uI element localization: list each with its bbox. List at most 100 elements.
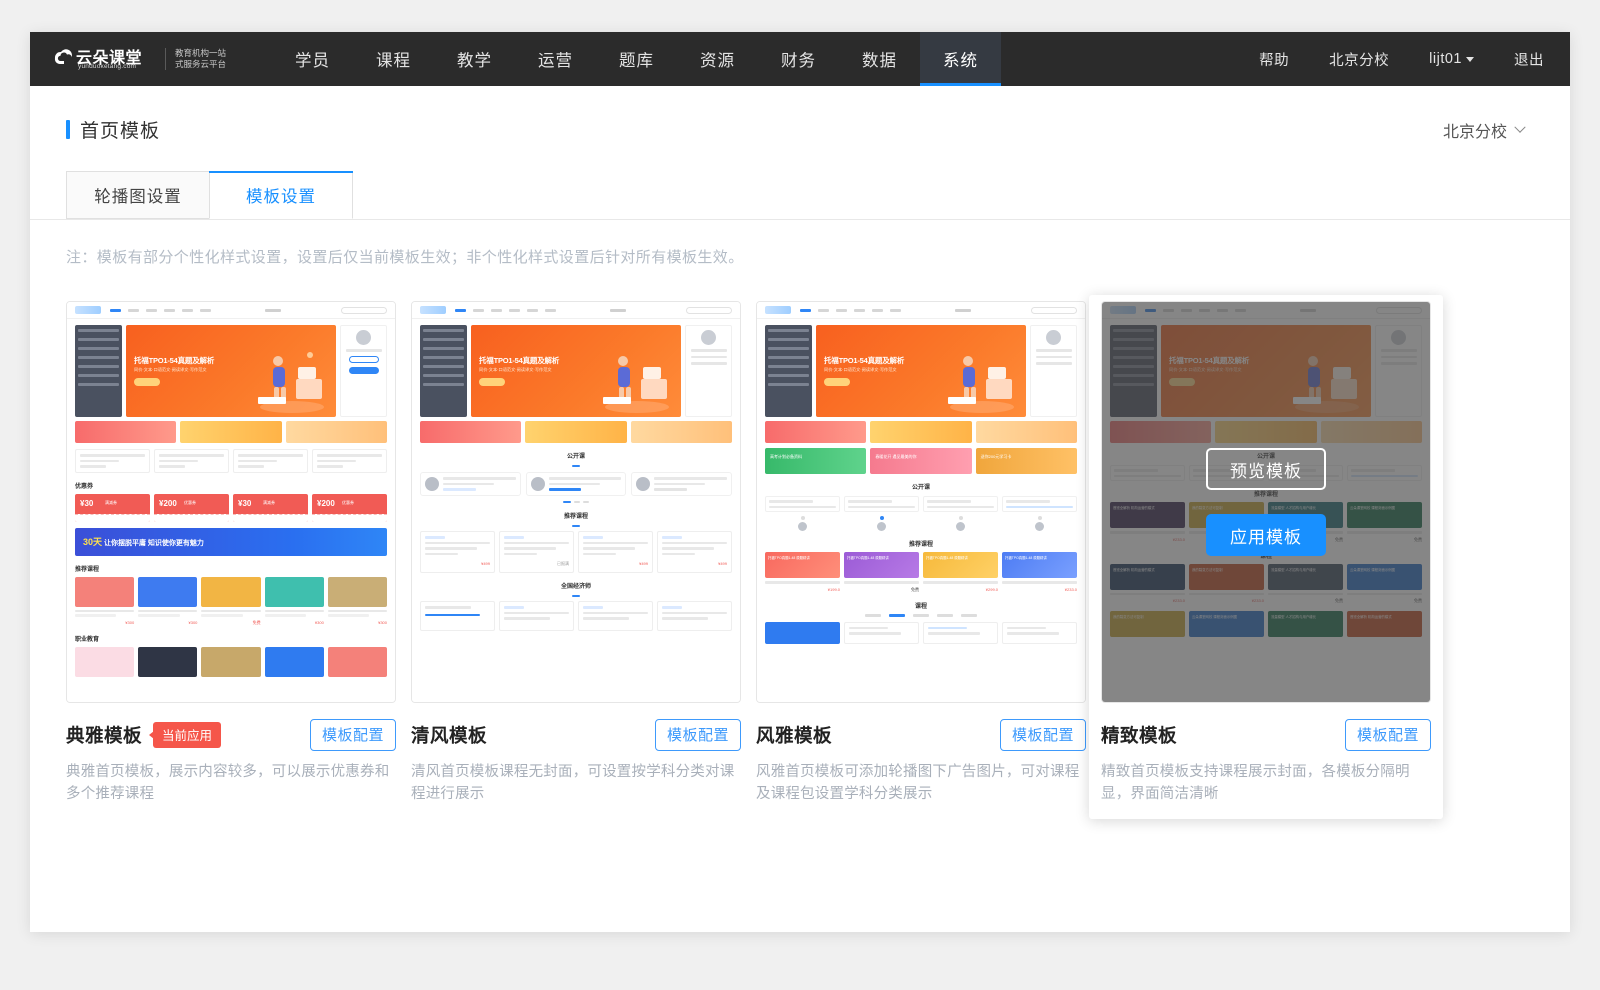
mini-site-preview: 托福TPO1-54真题及解析 同价·文本·口语范文·阅读译文·写作范文 [412,302,740,702]
mini-section-recommended: 推荐课程 [420,511,732,520]
course-status: 已报满 [504,561,569,567]
preview-template-button[interactable]: 预览模板 [1206,448,1326,490]
mini-course-list [75,449,387,473]
page-title: 首页模板 [66,116,160,143]
mini-topnav [67,302,395,319]
nav-item-xitong[interactable]: 系统 [920,32,1001,86]
screen-root: 云朵课堂 yunduoketang.com 教育机构一站 式服务云平台 学员 课… [0,0,1600,990]
mini-hero-row: 托福TPO1-54真题及解析 同价·文本·口语范文·阅读译文·写作范文 [420,325,732,417]
template-card-jingzhi[interactable]: 托福TPO1-54真题及解析 同价·文本·口语范文·阅读译文·写作范文 [1089,295,1443,819]
mini-carousel-dots [420,465,732,467]
branch-link[interactable]: 北京分校 [1329,49,1389,70]
mini-user-panel [685,325,732,417]
brand-logo[interactable]: 云朵课堂 yunduoketang.com 教育机构一站 式服务云平台 [30,32,250,86]
nav-item-caiwu[interactable]: 财务 [758,32,839,86]
template-config-button[interactable]: 模板配置 [655,719,741,751]
user-menu[interactable]: lijt01 [1429,51,1474,67]
mini-hero-banner: 托福TPO1-54真题及解析 同价·文本·口语范文·阅读译文·写作范文 [816,325,1026,417]
nav-item-tiku[interactable]: 题库 [596,32,677,86]
template-config-button[interactable]: 模板配置 [1000,719,1086,751]
tab-template-settings[interactable]: 模板设置 [209,171,353,219]
mini-ad-row-top [765,421,1077,443]
template-thumbnail-fengya[interactable]: 托福TPO1-54真题及解析 同价·文本·口语范文·阅读译文·写作范文 [756,301,1086,703]
mini-category-sidebar [420,325,467,417]
template-meta-dianya: 典雅模板 当前应用 模板配置 [66,720,396,750]
template-card-dianya[interactable]: 托福TPO1-54真题及解析 同价·文本·口语范文·阅读译文·写作范文 [66,301,396,819]
mini-nav [455,309,556,312]
mini-carousel-dots [420,595,732,597]
mini-recommended-grid: 托福TPO真题1-48 原题精讲¥199.0 托福TPO真题1-48 原题精讲免… [765,552,1077,593]
logo-divider [165,48,166,70]
template-thumbnail-qingfeng[interactable]: 托福TPO1-54真题及解析 同价·文本·口语范文·阅读译文·写作范文 [411,301,741,703]
mini-ad-row [420,421,732,443]
mini-hero-banner: 托福TPO1-54真题及解析 同价·文本·口语范文·阅读译文·写作范文 [126,325,336,417]
nav-item-xueyuan[interactable]: 学员 [272,32,353,86]
nav-item-kecheng[interactable]: 课程 [353,32,434,86]
branch-selector[interactable]: 北京分校 [1443,118,1534,142]
course-price: ¥233.0 [1002,587,1077,592]
mini-hero-title: 托福TPO1-54真题及解析 [134,355,214,366]
mini-section-courses: 课程 [765,601,1077,610]
mini-logo [75,306,101,314]
mini-hero-banner: 托福TPO1-54真题及解析 同价·文本·口语范文·阅读译文·写作范文 [471,325,681,417]
avatar [1046,330,1061,345]
template-thumbnail-jingzhi[interactable]: 托福TPO1-54真题及解析 同价·文本·口语范文·阅读译文·写作范文 [1101,301,1431,703]
nav-item-ziyuan[interactable]: 资源 [677,32,758,86]
nav-item-shuju[interactable]: 数据 [839,32,920,86]
logo-tagline: 教育机构一站 式服务云平台 [175,48,226,70]
mini-category-sidebar [765,325,812,417]
mini-hero-subtitle: 同价·文本·口语范文·阅读译文·写作范文 [824,367,897,373]
illustration-icon [942,345,1020,415]
mini-logo [420,306,446,314]
nav-item-yunying[interactable]: 运营 [515,32,596,86]
mini-economist-row [420,601,732,631]
ad-text: 高考计划必备资料 [765,448,866,460]
template-meta-jingzhi: 精致模板 模板配置 [1101,720,1431,750]
template-card-qingfeng[interactable]: 托福TPO1-54真题及解析 同价·文本·口语范文·阅读译文·写作范文 [411,301,741,819]
coupon-amount: ¥200 [159,499,177,508]
template-name: 精致模板 [1101,722,1177,748]
template-config-button[interactable]: 模板配置 [1345,719,1431,751]
mini-ad-row-secondary: 高考计划必备资料 春暖花开 遇见最美的你 送你200元学习卡 [765,448,1077,474]
template-config-button[interactable]: 模板配置 [310,719,396,751]
template-thumbnail-dianya[interactable]: 托福TPO1-54真题及解析 同价·文本·口语范文·阅读译文·写作范文 [66,301,396,703]
mini-course-row [765,622,1077,644]
help-link[interactable]: 帮助 [1259,49,1289,70]
template-name: 典雅模板 [66,722,142,748]
course-price: ¥499 [425,561,490,566]
top-right-actions: 帮助 北京分校 lijt01 退出 [1219,32,1570,86]
mini-hero-button [824,378,850,386]
ad-text: 送你200元学习卡 [976,448,1077,460]
template-name: 风雅模板 [756,722,832,748]
course-price: ¥199.0 [765,587,840,592]
course-price: ¥499 [662,561,727,566]
tab-carousel-settings[interactable]: 轮播图设置 [66,171,210,219]
coupon-amount: ¥30 [238,499,251,508]
mini-topnav [757,302,1085,319]
mini-body: 托福TPO1-54真题及解析 同价·文本·口语范文·阅读译文·写作范文 [757,319,1085,702]
main-nav: 学员 课程 教学 运营 题库 资源 财务 数据 系统 [272,32,1001,86]
nav-item-jiaoxue[interactable]: 教学 [434,32,515,86]
chevron-down-icon [1514,121,1525,132]
mini-hero-subtitle: 同价·文本·口语范文·阅读译文·写作范文 [134,367,207,373]
tagline-line-1: 教育机构一站 [175,48,226,59]
mini-ad-row [75,421,387,443]
mini-hero-row: 托福TPO1-54真题及解析 同价·文本·口语范文·阅读译文·写作范文 [75,325,387,417]
tab-bar: 轮播图设置 模板设置 [30,171,1570,220]
template-name: 清风模板 [411,722,487,748]
template-description: 精致首页模板支持课程展示封面，各模板分隔明显，界面简洁清晰 [1101,761,1431,805]
mini-section-openclass: 公开课 [420,451,732,460]
ad-text: 春暖花开 遇见最美的你 [870,448,971,460]
coupon-amount: ¥200 [317,499,335,508]
mini-course-tabs [765,614,1077,617]
template-card-fengya[interactable]: 托福TPO1-54真题及解析 同价·文本·口语范文·阅读译文·写作范文 [756,301,1086,819]
apply-template-button[interactable]: 应用模板 [1206,514,1326,556]
mini-section-vocational: 职业教育 [75,634,387,643]
logout-link[interactable]: 退出 [1514,49,1544,70]
mini-download-app [265,309,281,312]
mini-login-button [349,356,379,363]
course-title: 托福TPO真题1-48 原题精讲 [1005,556,1047,561]
template-description: 清风首页模板课程无封面，可设置按学科分类对课程进行展示 [411,761,741,805]
mini-hero-title: 托福TPO1-54真题及解析 [479,355,559,366]
mini-user-panel [1030,325,1077,417]
